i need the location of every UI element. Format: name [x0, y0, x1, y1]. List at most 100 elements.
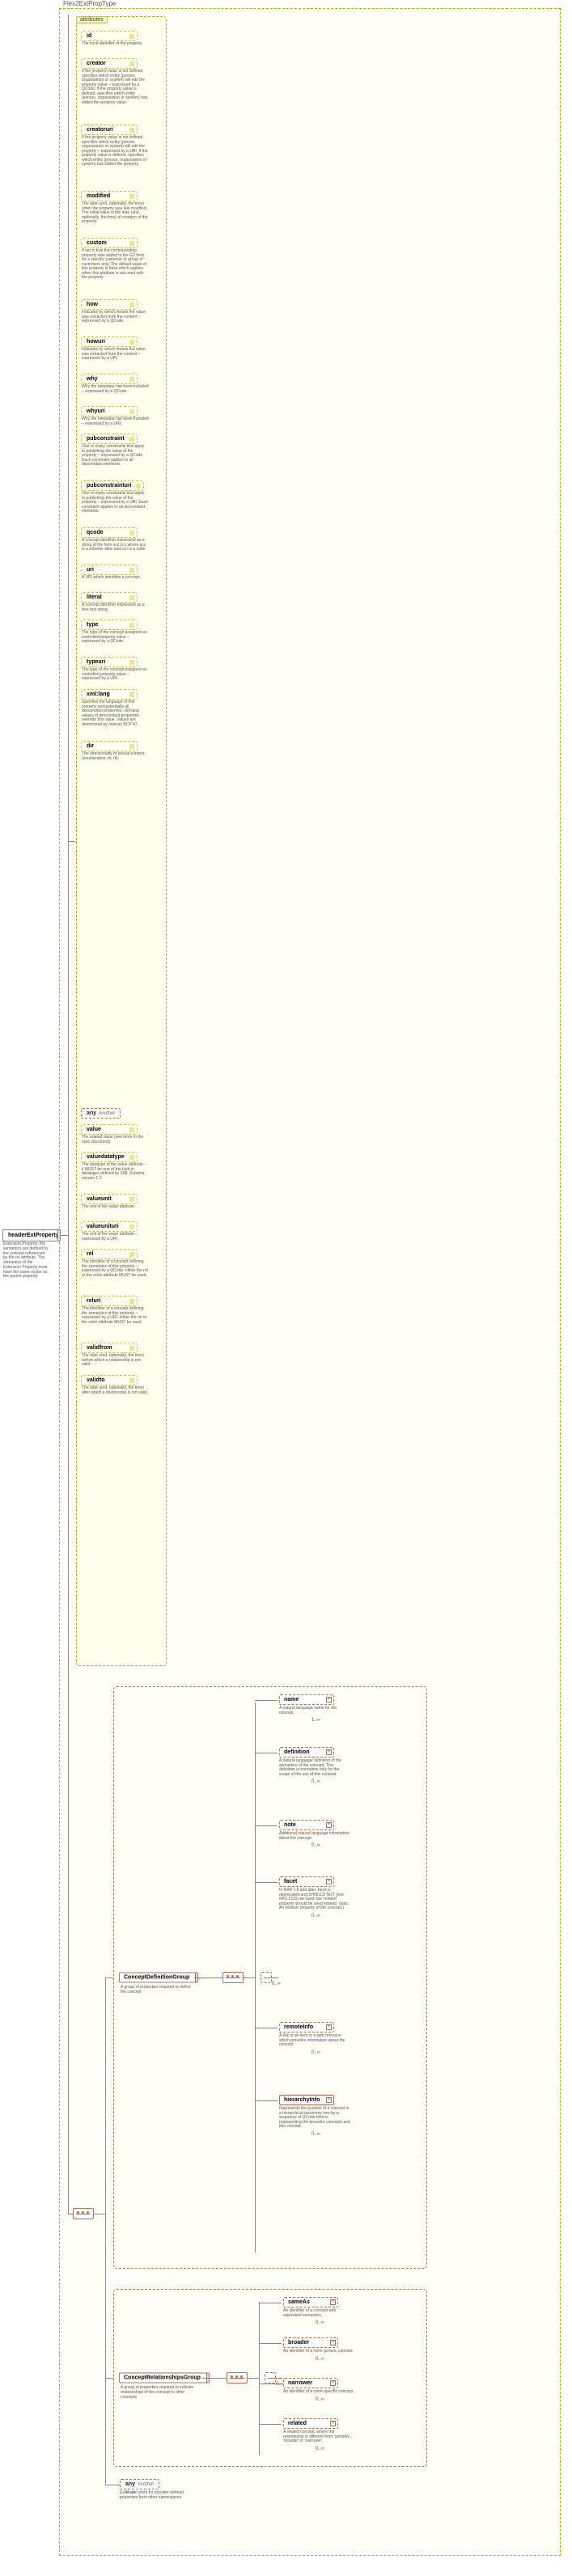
- element-box[interactable]: narrower+: [283, 2378, 338, 2388]
- element-name: name+1..∞A natural language name for the…: [279, 1694, 350, 1715]
- attribute-desc: Indicates by which means the value was e…: [81, 348, 149, 362]
- element-box[interactable]: name+: [279, 1694, 334, 1705]
- attribute-desc: The local identifier of the property.: [81, 42, 149, 47]
- attribute-name[interactable]: qcode: [81, 527, 138, 538]
- attr-creator: creatorIf the property value is not defi…: [81, 58, 149, 105]
- attr-why: whyWhy the metadata has been included – …: [81, 374, 149, 394]
- attribute-desc: One or many constraints that apply to pu…: [81, 445, 149, 467]
- attr-how: howIndicates by which means the value wa…: [81, 299, 149, 324]
- attribute-desc: The identifier of a concept defining the…: [81, 1307, 149, 1325]
- attribute-name[interactable]: validfrom: [81, 1343, 138, 1353]
- any-element[interactable]: any##other: [120, 2479, 159, 2489]
- element-box[interactable]: facet+: [279, 1876, 334, 1887]
- any-attribute[interactable]: any##other: [81, 1108, 121, 1119]
- attr-qcode: qcodeA concept identifier expressed as a…: [81, 527, 149, 552]
- choice-rel: [265, 2372, 276, 2384]
- attribute-desc: A concept identifier expressed as a stri…: [81, 539, 149, 552]
- element-note: note+0..∞Additional natural language inf…: [279, 1820, 350, 1841]
- attribute-name[interactable]: reluri: [81, 1296, 138, 1306]
- sequence-main: [73, 2208, 94, 2219]
- element-desc: A natural language definition of the sem…: [279, 1759, 350, 1777]
- attribute-desc: One or many constraints that apply to pu…: [81, 492, 149, 514]
- attribute-name[interactable]: valuedatatype: [81, 1152, 138, 1162]
- sequence-rel: [227, 2372, 248, 2384]
- element-box[interactable]: note+: [279, 1820, 334, 1830]
- concept-definition-desc: A group of properties required to define…: [121, 1986, 197, 1995]
- attribute-desc: Why the metadata has been included – exp…: [81, 385, 149, 394]
- element-definition: definition+0..∞A natural language defini…: [279, 1747, 350, 1777]
- attribute-name[interactable]: valueunit: [81, 1194, 138, 1204]
- attribute-name[interactable]: why: [81, 374, 138, 384]
- attribute-name[interactable]: creatoruri: [81, 125, 138, 135]
- attribute-name[interactable]: xml:lang: [81, 689, 138, 700]
- attr-modified: modifiedThe date (and, optionally, the t…: [81, 191, 149, 225]
- attr-creatoruri: creatoruriIf the property value is not d…: [81, 125, 149, 167]
- attribute-desc: The directionality of textual content (e…: [81, 752, 149, 761]
- attribute-name[interactable]: type: [81, 620, 138, 630]
- attribute-name[interactable]: rel: [81, 1249, 138, 1259]
- root-element[interactable]: headerExtProperty: [2, 1229, 61, 1241]
- attribute-desc: The date (and, optionally, the time) bef…: [81, 1354, 149, 1368]
- sequence-def: [222, 1972, 244, 1983]
- attribute-name[interactable]: id: [81, 31, 138, 41]
- attribute-desc: The related value (see more in the spec …: [81, 1136, 149, 1144]
- attribute-name[interactable]: pubconstrainturi: [81, 480, 144, 491]
- attribute-name[interactable]: typeuri: [81, 657, 138, 667]
- attribute-name[interactable]: creator: [81, 58, 138, 69]
- element-box[interactable]: definition+: [279, 1747, 334, 1758]
- element-box[interactable]: remoteInfo+: [279, 2022, 334, 2032]
- attr-howuri: howuriIndicates by which means the value…: [81, 336, 149, 362]
- attr-pubconstraint: pubconstraintOne or many constraints tha…: [81, 434, 149, 467]
- attribute-name[interactable]: valueunituri: [81, 1221, 138, 1232]
- attribute-name[interactable]: how: [81, 299, 138, 310]
- attr-whyuri: whyuriWhy the metadata has been included…: [81, 406, 149, 426]
- attribute-desc: If set to true the corresponding propert…: [81, 249, 149, 281]
- element-remoteinfo: remoteInfo+0..∞A link to an item or a we…: [279, 2022, 350, 2048]
- attr-literal: literalA concept identifier expressed as…: [81, 592, 149, 612]
- attr-value: valueThe related value (see more in the …: [81, 1124, 149, 1144]
- element-box[interactable]: broader+: [283, 2337, 338, 2348]
- attribute-name[interactable]: whyuri: [81, 406, 138, 417]
- element-desc: A link to an item or a web resource whic…: [279, 2034, 350, 2048]
- element-desc: A related concept, where the relationshi…: [283, 2430, 354, 2444]
- element-desc: In NAR 1.8 and later, facet is deprecate…: [279, 1889, 350, 1911]
- attribute-name[interactable]: uri: [81, 565, 138, 575]
- concept-relationships-group[interactable]: ConceptRelationshipsGroup: [119, 2373, 210, 2384]
- element-box[interactable]: sameAs+: [283, 2297, 338, 2307]
- attribute-desc: If the property value is not defined, sp…: [81, 136, 149, 167]
- any-element-row: any##other 0..∞ Extension point for prov…: [120, 2479, 201, 2500]
- concept-definition-group[interactable]: ConceptDefinitionGroup: [119, 1973, 198, 1983]
- attribute-name[interactable]: literal: [81, 592, 138, 603]
- attr-reluri: reluriThe identifier of a concept defini…: [81, 1296, 149, 1325]
- attribute-desc: The datatype of the value attribute – it…: [81, 1163, 149, 1181]
- element-related: related+0..∞A related concept, where the…: [283, 2418, 354, 2444]
- attribute-name[interactable]: dir: [81, 741, 138, 751]
- attr-typeuri: typeuriThe type of the concept assigned …: [81, 657, 149, 682]
- choice-def: [261, 1972, 272, 1983]
- element-box[interactable]: related+: [283, 2418, 338, 2429]
- attr-valueunituri: valueunituriThe unit of the value attrib…: [81, 1221, 149, 1241]
- attribute-desc: The unit of the value attribute – expres…: [81, 1233, 149, 1241]
- element-hierarchyinfo: hierarchyInfo+0..∞Represents the positio…: [279, 2095, 350, 2130]
- element-broader: broader+0..∞An identifier of a more gene…: [283, 2337, 354, 2354]
- attribute-name[interactable]: modified: [81, 191, 138, 201]
- attribute-name[interactable]: validto: [81, 1375, 138, 1385]
- element-box[interactable]: hierarchyInfo+: [279, 2095, 334, 2105]
- attributes-tag: attributes: [76, 16, 108, 23]
- element-desc: An identifier of a more specific concept…: [283, 2390, 354, 2395]
- attribute-desc: The type of the concept assigned as cont…: [81, 668, 149, 682]
- attribute-name[interactable]: custom: [81, 238, 138, 248]
- attribute-desc: If the property value is not defined, sp…: [81, 70, 149, 105]
- attribute-desc: Specifies the language of this property …: [81, 700, 149, 727]
- attribute-name[interactable]: pubconstraint: [81, 434, 138, 444]
- type-title: Flex2ExtPropType: [63, 0, 116, 7]
- attr-rel: relThe identifier of a concept defining …: [81, 1249, 149, 1278]
- attribute-name[interactable]: value: [81, 1124, 138, 1135]
- element-desc: A natural language name for the concept.: [279, 1707, 350, 1715]
- element-facet: facet+0..∞In NAR 1.8 and later, facet is…: [279, 1876, 350, 1911]
- attribute-desc: A concept identifier expressed as a free…: [81, 603, 149, 612]
- element-sameas: sameAs+0..∞An identifier of a concept wi…: [283, 2297, 354, 2318]
- attribute-name[interactable]: howuri: [81, 336, 138, 347]
- attribute-desc: The unit of the value attribute.: [81, 1205, 149, 1210]
- attribute-desc: The date (and, optionally, the time) aft…: [81, 1386, 149, 1395]
